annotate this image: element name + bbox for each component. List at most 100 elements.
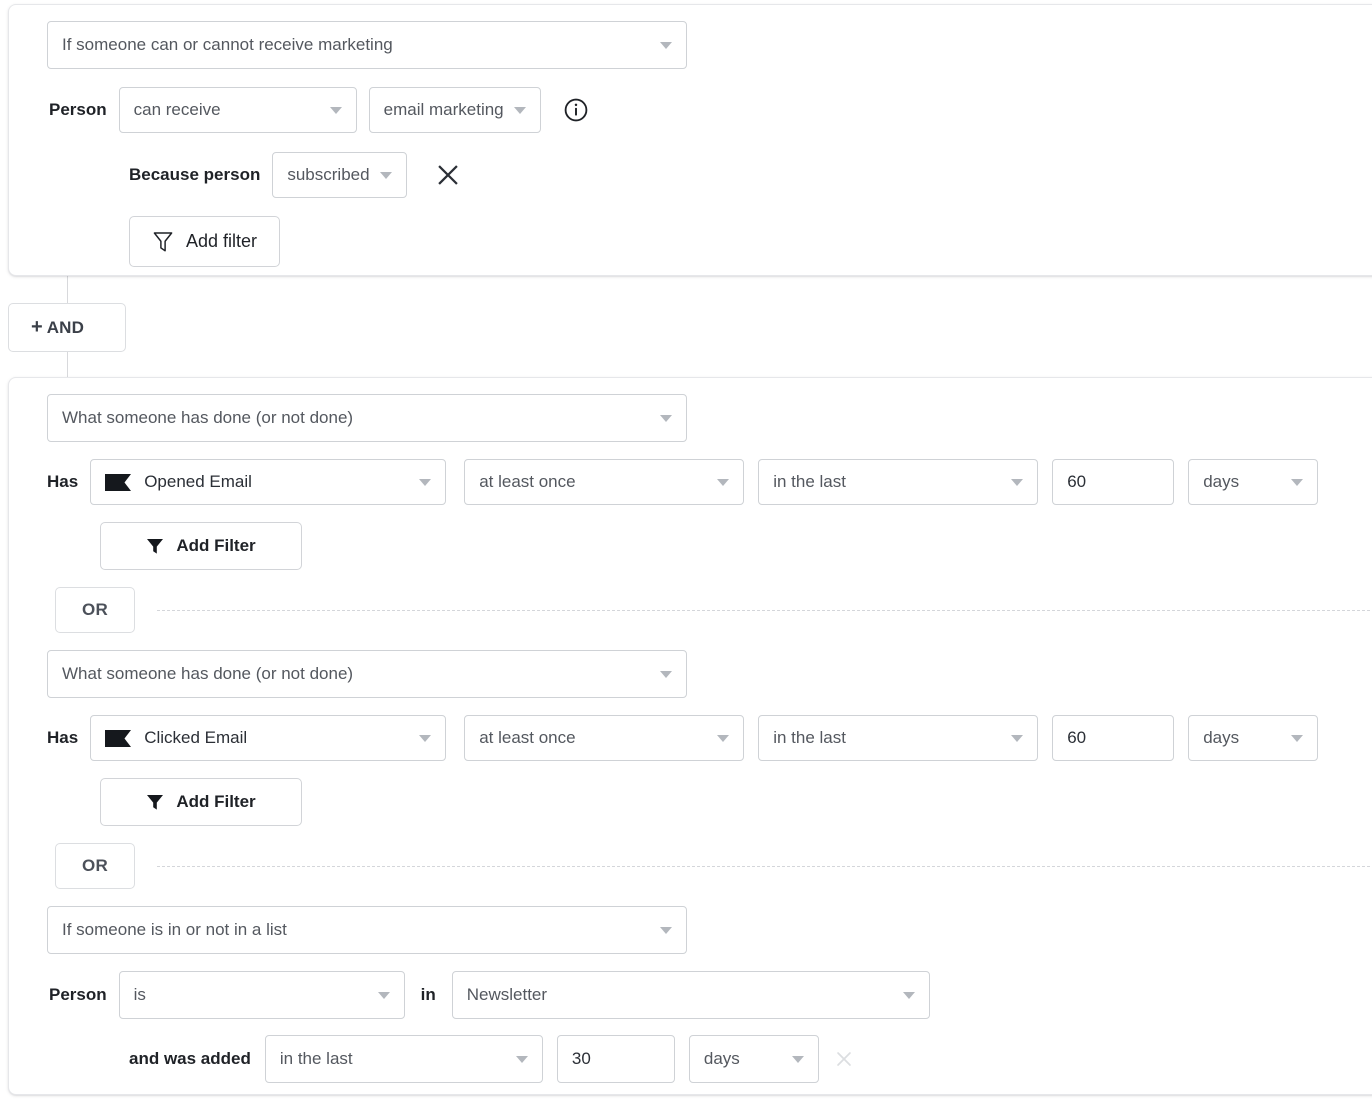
condition-type-value: If someone is in or not in a list bbox=[62, 920, 287, 940]
chevron-down-icon bbox=[514, 107, 526, 114]
add-filter-button-opened-email[interactable]: Add Filter bbox=[100, 522, 302, 570]
added-unit-select[interactable]: days bbox=[689, 1035, 819, 1083]
chevron-down-icon bbox=[792, 1056, 804, 1063]
chevron-down-icon bbox=[717, 735, 729, 742]
or-divider-1: OR bbox=[55, 587, 1372, 633]
add-filter-label: Add Filter bbox=[176, 536, 255, 556]
add-filter-label: Add filter bbox=[186, 231, 257, 252]
close-x-icon-disabled[interactable] bbox=[833, 1048, 855, 1070]
chevron-down-icon bbox=[660, 927, 672, 934]
or-chip-2[interactable]: OR bbox=[55, 843, 135, 889]
and-was-added-label: and was added bbox=[129, 1049, 251, 1069]
timeframe-number-value: 60 bbox=[1067, 472, 1086, 492]
channel-value: email marketing bbox=[384, 100, 504, 120]
reason-value: subscribed bbox=[287, 165, 369, 185]
membership-select[interactable]: is bbox=[119, 971, 405, 1019]
chevron-down-icon bbox=[717, 479, 729, 486]
segment-builder: If someone can or cannot receive marketi… bbox=[0, 0, 1372, 1102]
person-can-receive-row: Person can receive email marketing bbox=[49, 87, 589, 133]
receive-ability-select[interactable]: can receive bbox=[119, 87, 357, 133]
because-person-label: Because person bbox=[129, 165, 260, 185]
in-label: in bbox=[421, 985, 436, 1005]
plus-icon: + bbox=[31, 317, 43, 337]
timeframe-value: in the last bbox=[773, 728, 846, 748]
added-timeframe-value: in the last bbox=[280, 1049, 353, 1069]
or-label: OR bbox=[82, 600, 108, 620]
and-label: AND bbox=[47, 318, 84, 338]
metric-flag-icon bbox=[105, 474, 144, 491]
or-divider-2: OR bbox=[55, 843, 1372, 889]
timeframe-number-value: 60 bbox=[1067, 728, 1086, 748]
timeframe-unit-value: days bbox=[1203, 728, 1239, 748]
chevron-down-icon bbox=[1291, 479, 1303, 486]
add-filter-button-marketing[interactable]: Add filter bbox=[129, 216, 280, 267]
receive-ability-value: can receive bbox=[134, 100, 221, 120]
condition-type-value: What someone has done (or not done) bbox=[62, 408, 353, 428]
membership-value: is bbox=[134, 985, 146, 1005]
condition-type-value: If someone can or cannot receive marketi… bbox=[62, 35, 393, 55]
added-unit-value: days bbox=[704, 1049, 740, 1069]
info-circle-icon[interactable] bbox=[563, 97, 589, 123]
timeframe-number-input-clicked-email[interactable]: 60 bbox=[1052, 715, 1174, 761]
timeframe-select-opened-email[interactable]: in the last bbox=[758, 459, 1038, 505]
timeframe-value: in the last bbox=[773, 472, 846, 492]
added-timeframe-row: and was added in the last 30 days bbox=[129, 1035, 855, 1083]
close-x-icon[interactable] bbox=[435, 162, 461, 188]
has-opened-email-row: Has Opened Email at least once in the la… bbox=[47, 459, 1318, 505]
frequency-value: at least once bbox=[479, 728, 575, 748]
chevron-down-icon bbox=[380, 172, 392, 179]
chevron-down-icon bbox=[903, 992, 915, 999]
has-clicked-email-row: Has Clicked Email at least once in the l… bbox=[47, 715, 1318, 761]
added-number-input[interactable]: 30 bbox=[557, 1035, 675, 1083]
chevron-down-icon bbox=[1011, 479, 1023, 486]
frequency-value: at least once bbox=[479, 472, 575, 492]
frequency-select-clicked-email[interactable]: at least once bbox=[464, 715, 744, 761]
has-label: Has bbox=[47, 472, 78, 492]
add-and-condition-button[interactable]: + AND bbox=[8, 303, 126, 352]
chevron-down-icon bbox=[330, 107, 342, 114]
chevron-down-icon bbox=[660, 415, 672, 422]
metric-select-opened-email[interactable]: Opened Email bbox=[90, 459, 446, 505]
reason-select[interactable]: subscribed bbox=[272, 152, 406, 198]
timeframe-unit-select-opened-email[interactable]: days bbox=[1188, 459, 1318, 505]
condition-type-select-clicked-email[interactable]: What someone has done (or not done) bbox=[47, 650, 687, 698]
filter-funnel-solid-icon bbox=[146, 537, 164, 555]
or-label: OR bbox=[82, 856, 108, 876]
chevron-down-icon bbox=[660, 42, 672, 49]
added-timeframe-select[interactable]: in the last bbox=[265, 1035, 543, 1083]
timeframe-select-clicked-email[interactable]: in the last bbox=[758, 715, 1038, 761]
add-filter-button-clicked-email[interactable]: Add Filter bbox=[100, 778, 302, 826]
condition-type-select-list[interactable]: If someone is in or not in a list bbox=[47, 906, 687, 954]
timeframe-unit-select-clicked-email[interactable]: days bbox=[1188, 715, 1318, 761]
or-dashed-line-1 bbox=[157, 610, 1372, 611]
or-chip-1[interactable]: OR bbox=[55, 587, 135, 633]
chevron-down-icon bbox=[516, 1056, 528, 1063]
person-in-list-row: Person is in Newsletter bbox=[49, 971, 930, 1019]
chevron-down-icon bbox=[1011, 735, 1023, 742]
because-person-row: Because person subscribed bbox=[129, 152, 461, 198]
chevron-down-icon bbox=[419, 735, 431, 742]
list-value: Newsletter bbox=[467, 985, 547, 1005]
metric-value: Clicked Email bbox=[144, 728, 247, 748]
filter-funnel-outline-icon bbox=[152, 230, 174, 254]
list-select[interactable]: Newsletter bbox=[452, 971, 930, 1019]
timeframe-number-input-opened-email[interactable]: 60 bbox=[1052, 459, 1174, 505]
person-label: Person bbox=[49, 100, 107, 120]
chevron-down-icon bbox=[378, 992, 390, 999]
condition-type-select-opened-email[interactable]: What someone has done (or not done) bbox=[47, 394, 687, 442]
metric-flag-icon bbox=[105, 730, 144, 747]
frequency-select-opened-email[interactable]: at least once bbox=[464, 459, 744, 505]
condition-type-select-marketing[interactable]: If someone can or cannot receive marketi… bbox=[47, 21, 687, 69]
condition-card-marketing: If someone can or cannot receive marketi… bbox=[8, 4, 1372, 276]
metric-select-clicked-email[interactable]: Clicked Email bbox=[90, 715, 446, 761]
chevron-down-icon bbox=[1291, 735, 1303, 742]
has-label: Has bbox=[47, 728, 78, 748]
or-dashed-line-2 bbox=[157, 866, 1372, 867]
condition-card-group: What someone has done (or not done) Has … bbox=[8, 377, 1372, 1095]
channel-select[interactable]: email marketing bbox=[369, 87, 541, 133]
condition-type-value: What someone has done (or not done) bbox=[62, 664, 353, 684]
filter-funnel-solid-icon bbox=[146, 793, 164, 811]
connector-line-lower bbox=[67, 351, 68, 378]
added-number-value: 30 bbox=[572, 1049, 591, 1069]
chevron-down-icon bbox=[660, 671, 672, 678]
